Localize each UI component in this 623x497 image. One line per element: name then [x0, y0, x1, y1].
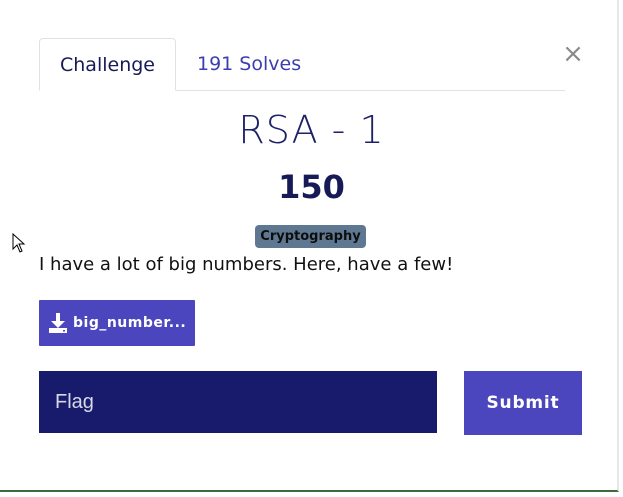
close-icon: × — [562, 39, 584, 69]
download-icon — [49, 313, 67, 333]
file-name: big_number... — [73, 315, 187, 331]
challenge-points: 150 — [278, 168, 345, 206]
tab-bar: Challenge 191 Solves — [39, 38, 565, 91]
tab-challenge[interactable]: Challenge — [39, 38, 176, 91]
tab-solves[interactable]: 191 Solves — [176, 38, 322, 90]
close-button[interactable]: × — [562, 40, 584, 68]
file-download-button[interactable]: big_number... — [39, 300, 195, 346]
flag-input[interactable] — [39, 371, 437, 433]
challenge-title: RSA - 1 — [238, 108, 385, 152]
submit-button[interactable]: Submit — [464, 371, 582, 435]
category-badge: Cryptography — [255, 225, 366, 248]
mouse-cursor-icon — [12, 233, 26, 253]
challenge-description: I have a lot of big numbers. Here, have … — [39, 254, 454, 275]
challenge-modal: × Challenge 191 Solves RSA - 1 150 Crypt… — [0, 0, 619, 492]
